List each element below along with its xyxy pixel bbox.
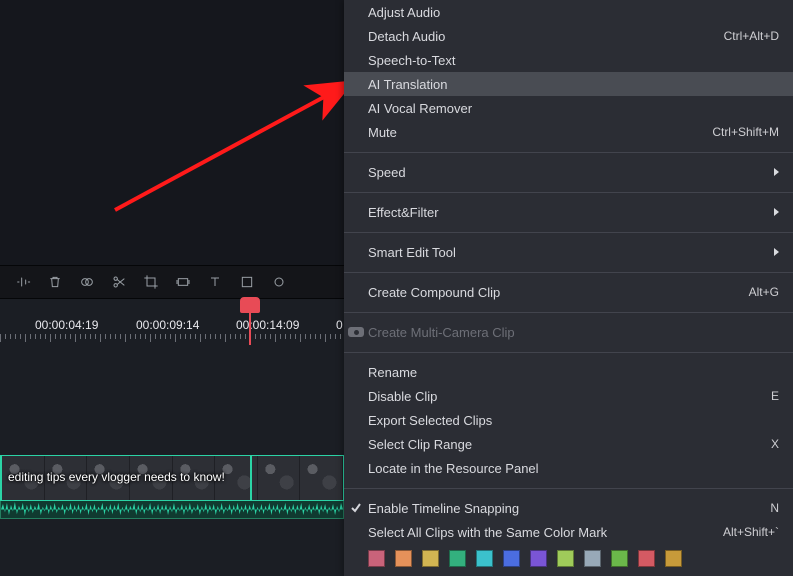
menu-item-speed[interactable]: Speed xyxy=(344,160,793,184)
menu-item-label: Smart Edit Tool xyxy=(368,245,774,260)
submenu-arrow-icon xyxy=(774,248,779,256)
menu-item-enable-timeline-snapping[interactable]: Enable Timeline SnappingN xyxy=(344,496,793,520)
menu-item-label: Rename xyxy=(368,365,779,380)
menu-item-detach-audio[interactable]: Detach AudioCtrl+Alt+D xyxy=(344,24,793,48)
submenu-arrow-icon xyxy=(774,208,779,216)
menu-shortcut: Ctrl+Alt+D xyxy=(724,29,779,43)
menu-separator xyxy=(344,272,793,273)
menu-item-label: Select Clip Range xyxy=(368,437,771,452)
menu-item-label: Speed xyxy=(368,165,774,180)
menu-separator xyxy=(344,232,793,233)
color-swatch-11[interactable] xyxy=(665,550,682,567)
menu-shortcut: X xyxy=(771,437,779,451)
effects-icon[interactable] xyxy=(72,268,102,296)
submenu-arrow-icon xyxy=(774,168,779,176)
menu-item-label: Effect&Filter xyxy=(368,205,774,220)
menu-item-smart-edit-tool[interactable]: Smart Edit Tool xyxy=(344,240,793,264)
menu-item-rename[interactable]: Rename xyxy=(344,360,793,384)
menu-item-speech-to-text[interactable]: Speech-to-Text xyxy=(344,48,793,72)
multicam-badge-icon xyxy=(348,327,364,337)
menu-item-label: Mute xyxy=(368,125,712,140)
text-icon[interactable] xyxy=(200,268,230,296)
color-swatch-1[interactable] xyxy=(395,550,412,567)
frame-icon[interactable] xyxy=(168,268,198,296)
record-icon[interactable] xyxy=(264,268,294,296)
audio-waveform[interactable] xyxy=(0,501,344,519)
menu-item-create-compound-clip[interactable]: Create Compound ClipAlt+G xyxy=(344,280,793,304)
menu-item-label: Speech-to-Text xyxy=(368,53,779,68)
scissors-icon[interactable] xyxy=(104,268,134,296)
menu-item-label: Select All Clips with the Same Color Mar… xyxy=(368,525,723,540)
menu-item-select-clip-range[interactable]: Select Clip RangeX xyxy=(344,432,793,456)
menu-item-mute[interactable]: MuteCtrl+Shift+M xyxy=(344,120,793,144)
menu-item-adjust-audio[interactable]: Adjust Audio xyxy=(344,0,793,24)
ruler-timestamp: 0 xyxy=(336,318,343,332)
color-swatch-4[interactable] xyxy=(476,550,493,567)
menu-shortcut: Ctrl+Shift+M xyxy=(712,125,779,139)
menu-item-create-multi-camera-clip: Create Multi-Camera Clip xyxy=(344,320,793,344)
menu-item-label: Export Selected Clips xyxy=(368,413,779,428)
menu-item-locate-in-the-resource-panel[interactable]: Locate in the Resource Panel xyxy=(344,456,793,480)
menu-separator xyxy=(344,488,793,489)
menu-item-label: Disable Clip xyxy=(368,389,771,404)
check-icon xyxy=(350,502,362,514)
trash-icon[interactable] xyxy=(40,268,70,296)
menu-shortcut: N xyxy=(770,501,779,515)
color-swatch-8[interactable] xyxy=(584,550,601,567)
menu-item-label: Create Compound Clip xyxy=(368,285,749,300)
color-swatch-3[interactable] xyxy=(449,550,466,567)
menu-item-export-selected-clips[interactable]: Export Selected Clips xyxy=(344,408,793,432)
color-swatch-7[interactable] xyxy=(557,550,574,567)
color-swatch-0[interactable] xyxy=(368,550,385,567)
menu-item-effect-filter[interactable]: Effect&Filter xyxy=(344,200,793,224)
menu-shortcut: E xyxy=(771,389,779,403)
menu-item-select-all-clips-with-the-same-color-mark[interactable]: Select All Clips with the Same Color Mar… xyxy=(344,520,793,544)
menu-separator xyxy=(344,192,793,193)
audio-adjust-icon[interactable] xyxy=(8,268,38,296)
menu-shortcut: Alt+Shift+` xyxy=(723,525,779,539)
ruler-timestamp: 00:00:14:09 xyxy=(236,318,299,332)
crop-icon[interactable] xyxy=(136,268,166,296)
context-menu: Adjust Audio Detach AudioCtrl+Alt+D Speech… xyxy=(344,0,793,576)
menu-item-label: Create Multi-Camera Clip xyxy=(368,325,779,340)
menu-separator xyxy=(344,352,793,353)
menu-item-label: AI Vocal Remover xyxy=(368,101,779,116)
menu-item-ai-vocal-remover[interactable]: AI Vocal Remover xyxy=(344,96,793,120)
menu-item-label: Detach Audio xyxy=(368,29,724,44)
color-swatch-2[interactable] xyxy=(422,550,439,567)
ruler-timestamp: 00:00:09:14 xyxy=(136,318,199,332)
video-clip[interactable]: editing tips every vlogger needs to know… xyxy=(0,455,344,501)
ruler-timestamp: 00:00:04:19 xyxy=(35,318,98,332)
menu-item-label: Enable Timeline Snapping xyxy=(368,501,770,516)
menu-item-disable-clip[interactable]: Disable ClipE xyxy=(344,384,793,408)
clip-cut-marker xyxy=(250,456,252,500)
menu-shortcut: Alt+G xyxy=(749,285,779,299)
mask-icon[interactable] xyxy=(232,268,262,296)
clip-title: editing tips every vlogger needs to know… xyxy=(8,470,225,484)
menu-item-label: AI Translation xyxy=(368,77,779,92)
color-mark-row xyxy=(344,544,793,567)
color-swatch-5[interactable] xyxy=(503,550,520,567)
menu-item-label: Adjust Audio xyxy=(368,5,779,20)
menu-separator xyxy=(344,152,793,153)
color-swatch-6[interactable] xyxy=(530,550,547,567)
color-swatch-9[interactable] xyxy=(611,550,628,567)
color-swatch-10[interactable] xyxy=(638,550,655,567)
menu-item-label: Locate in the Resource Panel xyxy=(368,461,779,476)
menu-separator xyxy=(344,312,793,313)
menu-item-ai-translation[interactable]: AI Translation xyxy=(344,72,793,96)
